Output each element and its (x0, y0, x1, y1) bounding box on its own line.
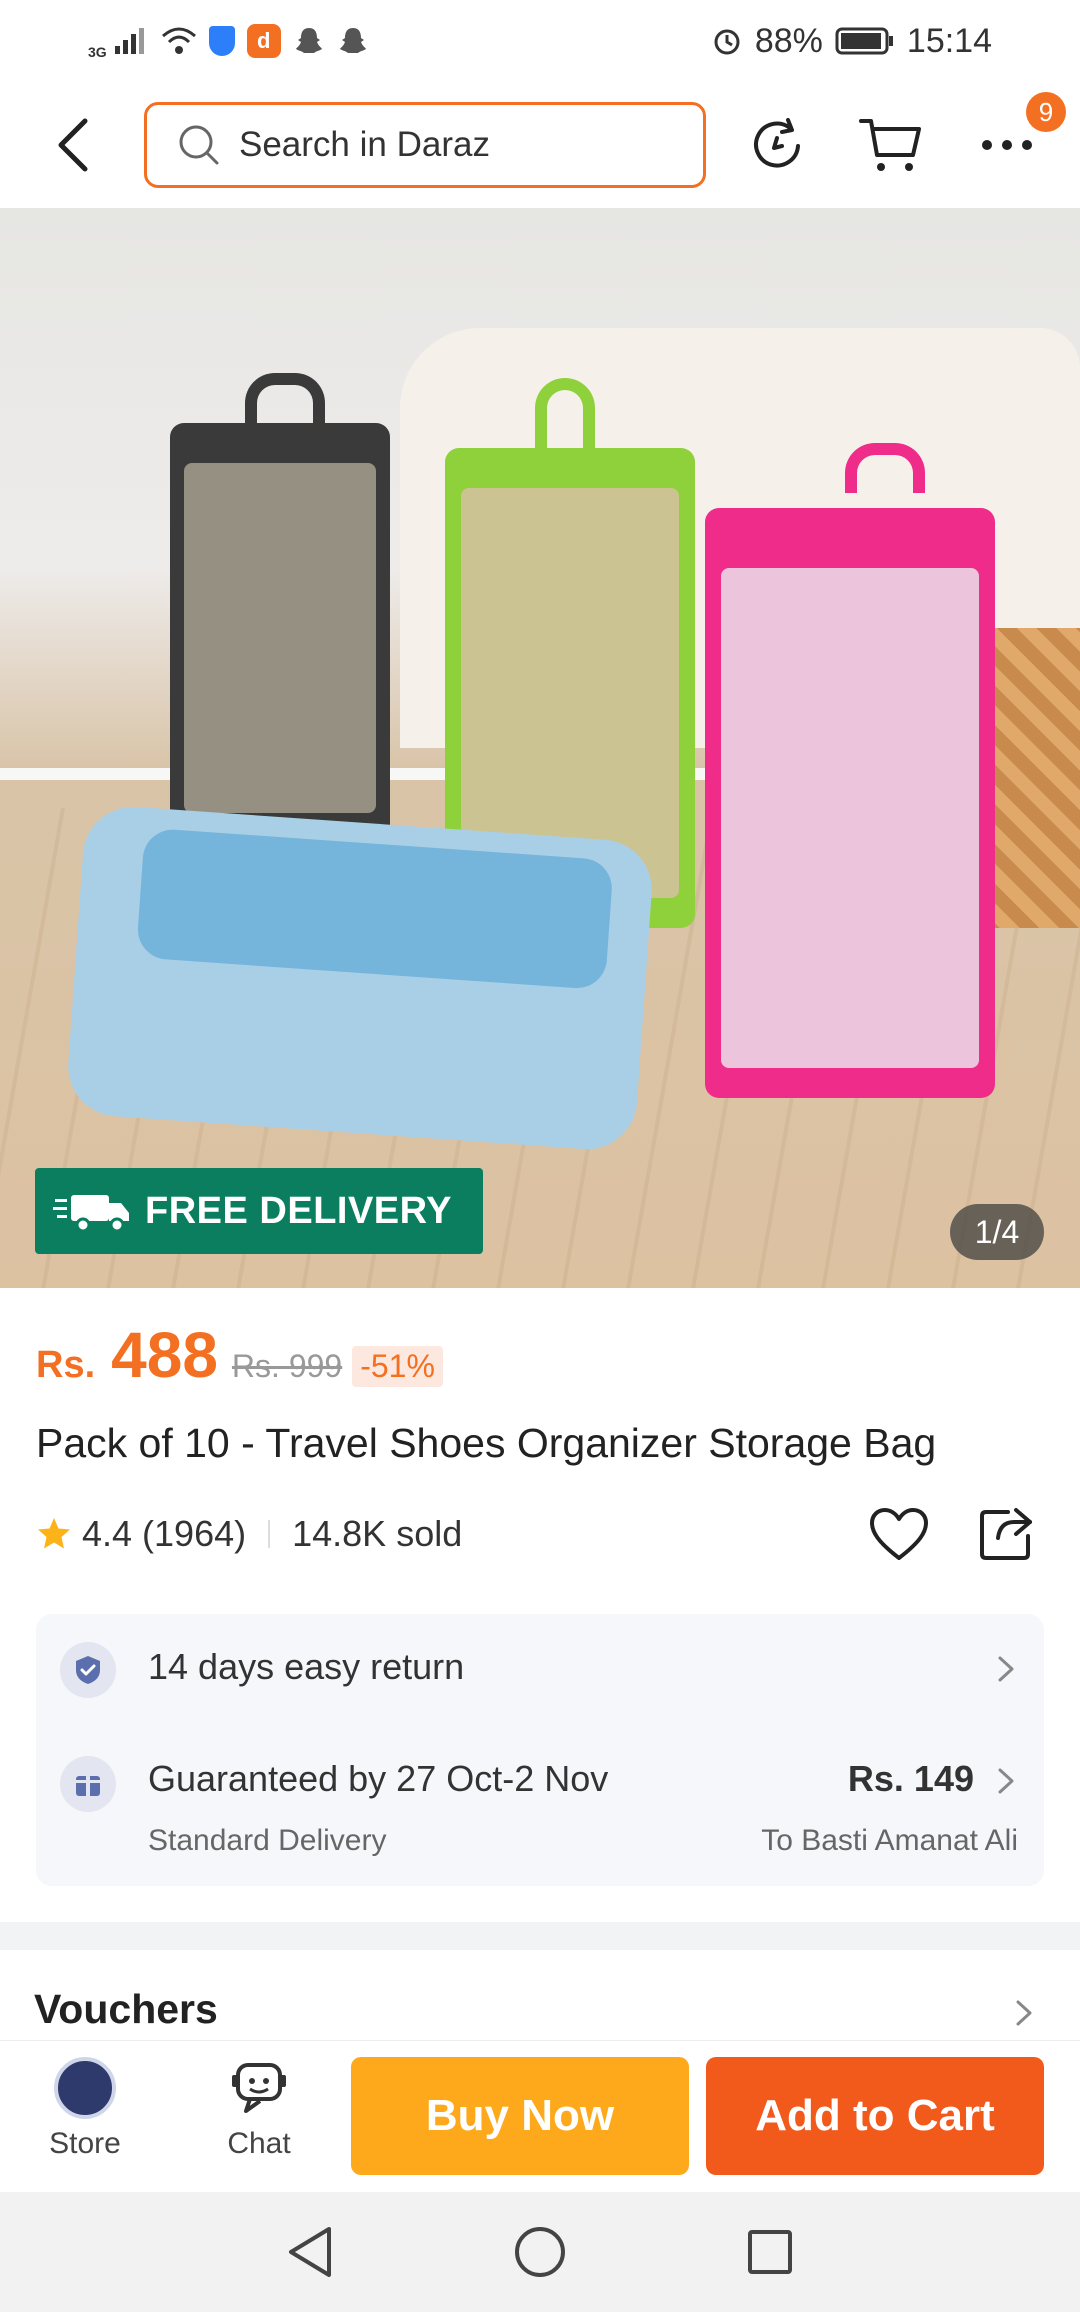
sold-count: 14.8K sold (292, 1513, 463, 1554)
daraz-app-icon: d (246, 24, 281, 58)
chat-label: Chat (227, 2127, 291, 2160)
circle-home-icon (515, 2227, 565, 2277)
refresh-history-icon (754, 118, 800, 168)
buy-now-button[interactable]: Buy Now (351, 2057, 689, 2175)
product-image-carousel[interactable]: FREE DELIVERY 1/4 (0, 208, 1080, 1288)
status-bar: 3G d 88% 15:14 (0, 0, 1080, 82)
chat-icon (232, 2063, 286, 2113)
delivery-type: Standard Delivery (148, 1824, 387, 1857)
return-text: 14 days easy return (148, 1646, 465, 1687)
return-shield-icon (60, 1642, 116, 1698)
free-delivery-banner: FREE DELIVERY (35, 1168, 483, 1254)
delivery-fee: Rs. 149 (847, 1758, 974, 1799)
delivery-truck-icon (53, 1195, 129, 1233)
bottom-action-bar: Store Chat Buy Now Add to Cart (0, 2040, 1080, 2192)
wifi-icon (161, 27, 196, 54)
back-button[interactable] (40, 112, 106, 178)
status-left: 3G d (88, 22, 369, 60)
top-header: Search in Daraz 9 (0, 82, 1080, 208)
section-divider (0, 1922, 1080, 1950)
delivery-guarantee-row[interactable]: Guaranteed by 27 Oct-2 Nov Rs. 149 Stand… (36, 1724, 1044, 1886)
chevron-left-icon (58, 118, 88, 172)
search-input[interactable]: Search in Daraz (144, 102, 706, 188)
search-placeholder: Search in Daraz (239, 125, 490, 164)
delivery-destination: To Basti Amanat Ali (761, 1824, 1018, 1857)
image-counter: 1/4 (950, 1204, 1044, 1260)
black-bag-handle (245, 373, 325, 423)
nav-back-button[interactable] (280, 2222, 340, 2282)
triangle-back-icon (289, 2227, 331, 2277)
store-label: Store (49, 2127, 121, 2160)
history-button[interactable] (742, 110, 812, 180)
blue-shoe-bag (64, 803, 656, 1153)
pink-bag-handle (845, 443, 925, 493)
add-to-cart-button[interactable]: Add to Cart (706, 2057, 1044, 2175)
chat-button[interactable]: Chat (194, 2057, 324, 2177)
more-icon (982, 140, 1032, 150)
pink-shoe-bag (705, 508, 995, 1098)
battery-percent: 88% (754, 21, 823, 60)
current-price: 488 (111, 1319, 218, 1391)
free-delivery-text: FREE DELIVERY (145, 1189, 453, 1232)
vouchers-heading[interactable]: Vouchers (34, 1986, 218, 2033)
cart-button[interactable] (856, 110, 926, 180)
system-nav-bar (0, 2192, 1080, 2312)
network-type: 3G (88, 44, 107, 60)
alarm-icon (714, 29, 740, 55)
square-recents-icon (748, 2230, 792, 2274)
rating-row: 4.4 (1964) 14.8K sold (36, 1506, 1046, 1562)
black-shoe-bag (170, 423, 390, 843)
cart-icon (859, 119, 921, 171)
star-icon (38, 1518, 70, 1549)
currency-label: Rs. (36, 1344, 96, 1386)
discount-badge: -51% (352, 1346, 443, 1387)
nav-recents-button[interactable] (740, 2222, 800, 2282)
search-icon (179, 125, 219, 165)
signal-icon (114, 28, 144, 54)
store-logo-icon (54, 2057, 116, 2119)
chevron-right-icon (998, 1768, 1014, 1794)
more-menu-button[interactable]: 9 (972, 92, 1066, 180)
guarantee-text: Guaranteed by 27 Oct-2 Nov (148, 1758, 609, 1799)
share-icon[interactable] (978, 1506, 1034, 1562)
battery-icon (835, 27, 893, 55)
rating-value[interactable]: 4.4 (1964) (82, 1513, 246, 1555)
heart-icon[interactable] (868, 1506, 930, 1562)
snapchat-icon-2 (339, 28, 366, 53)
delivery-info-card: 14 days easy return Guaranteed by 27 Oct… (36, 1614, 1044, 1886)
wicker-basket (980, 628, 1080, 928)
chevron-right-icon[interactable] (1008, 1998, 1038, 2028)
green-bag-handle (535, 378, 595, 450)
status-right: 88% 15:14 (711, 22, 992, 61)
rating-divider (268, 1520, 271, 1548)
chevron-right-icon (998, 1656, 1014, 1682)
nav-home-button[interactable] (510, 2222, 570, 2282)
clock: 15:14 (906, 21, 992, 60)
package-icon (60, 1756, 116, 1812)
price-row: Rs. 488 Rs. 999 -51% (36, 1318, 443, 1392)
notification-badge: 9 (1026, 92, 1066, 132)
snapchat-icon (295, 28, 322, 53)
store-button[interactable]: Store (20, 2057, 150, 2177)
product-title: Pack of 10 - Travel Shoes Organizer Stor… (36, 1420, 937, 1466)
original-price: Rs. 999 (231, 1348, 343, 1384)
return-policy-row[interactable]: 14 days easy return (36, 1614, 1044, 1724)
shield-icon (208, 26, 235, 56)
